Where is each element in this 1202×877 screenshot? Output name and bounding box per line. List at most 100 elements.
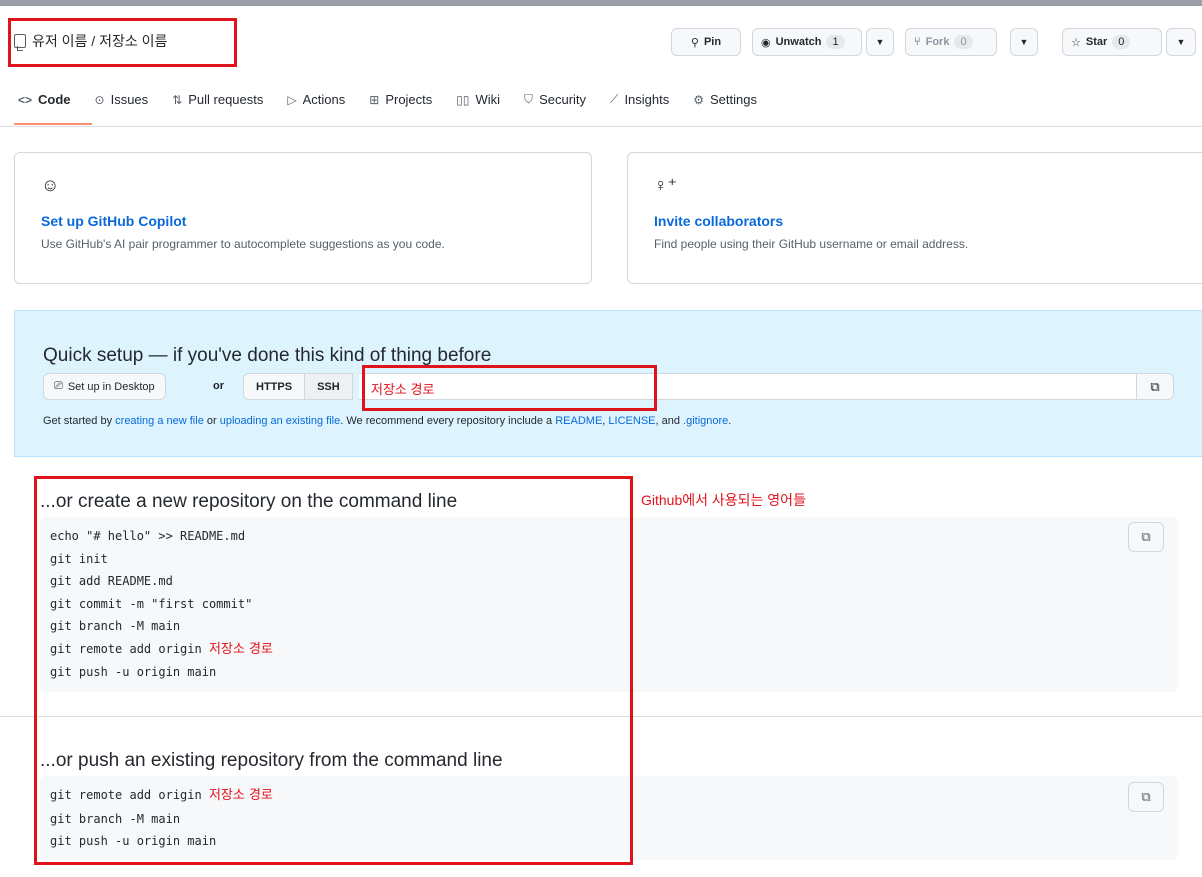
copy-icon: ⧉ [1141,529,1151,544]
issue-icon: ⊙ [94,92,105,107]
code-line: git branch -M main [50,619,181,633]
ssh-button[interactable]: SSH [304,374,352,399]
fork-count: 0 [954,35,973,49]
create-new-file-link[interactable]: creating a new file [115,415,204,427]
code-line: git remote add origin 저장소 경로 [50,638,1168,662]
tab-issues[interactable]: ⊙ Issues [95,92,149,107]
tab-settings[interactable]: ⚙ Settings [693,92,757,107]
code-remote-value: 저장소 경로 [208,641,273,657]
pin-label: Pin [703,36,722,48]
tab-security-label: Security [539,92,587,107]
tab-code[interactable]: <> Code [18,92,71,107]
repo-title[interactable]: 유저 이름 / 저장소 이름 [14,31,167,51]
pull-request-icon: ⇅ [172,92,183,107]
hint-text: Get started by [43,415,113,427]
tab-pull-requests[interactable]: ⇅ Pull requests [172,92,263,107]
tab-settings-label: Settings [710,92,757,107]
setup-desktop-label: Set up in Desktop [67,380,155,393]
or-label: or [213,380,224,392]
fork-icon: ⑂ [914,36,921,48]
table-icon: ⊞ [369,92,380,107]
code-line: git push -u origin main [50,665,217,679]
copy-create-commands-button[interactable]: ⧉ [1128,522,1164,552]
top-border [0,0,1202,6]
star-label: Star [1085,36,1108,48]
annotation-label: Github에서 사용되는 영어들 [641,492,806,508]
code-line: git push -u origin main [50,834,217,848]
clone-url-input[interactable]: 저장소 경로 [359,373,1137,400]
quick-setup-title: Quick setup — if you've done this kind o… [43,345,492,366]
https-button[interactable]: HTTPS [244,374,305,399]
create-repo-title: ...or create a new repository on the com… [40,491,458,512]
create-repo-code[interactable]: echo "# hello" >> README.md git init git… [40,517,1178,692]
code-remote-value: 저장소 경로 [208,788,273,803]
nav-divider [0,126,1202,127]
tab-projects[interactable]: ⊞ Projects [369,92,432,107]
hint-text: . [728,415,732,427]
pin-button[interactable]: ⚲ Pin [671,28,741,56]
copilot-description: Use GitHub's AI pair programmer to autoc… [41,237,445,251]
invite-collaborators-link[interactable]: Invite collaborators [654,213,783,229]
gear-icon: ⚙ [693,92,705,107]
copilot-link[interactable]: Set up GitHub Copilot [41,213,186,229]
copy-icon: ⧉ [1150,378,1160,394]
tab-insights[interactable]: ⟋ Insights [610,92,669,107]
unwatch-button[interactable]: ◉ Unwatch 1 [752,28,862,56]
active-tab-underline [14,123,92,125]
chevron-down-icon: ▼ [875,37,885,47]
copilot-icon: ☺ [41,175,60,195]
tab-code-label: Code [38,92,71,107]
copilot-card: ☺ Set up GitHub Copilot Use GitHub's AI … [14,152,592,284]
star-dropdown-button[interactable]: ▼ [1166,28,1196,56]
copy-icon: ⧉ [1141,789,1151,804]
play-icon: ▷ [287,92,297,107]
push-repo-title: ...or push an existing repository from t… [40,750,503,771]
hint-text: or [206,415,217,427]
code-line: git init [50,551,108,566]
tab-issues-label: Issues [110,92,149,107]
shield-icon: ⛉ [524,92,534,106]
person-add-icon: ♀⁺ [654,175,678,195]
fork-button[interactable]: ⑂ Fork 0 [905,28,997,56]
license-link[interactable]: LICENSE [608,415,655,427]
code-icon: <> [18,92,33,107]
code-remote-prefix: git remote add origin [50,641,202,656]
section-divider [0,716,1202,717]
tab-pull-requests-label: Pull requests [188,92,264,107]
hint-text: , and [655,415,680,427]
tab-insights-label: Insights [624,92,670,107]
star-icon: ☆ [1071,36,1081,49]
fork-dropdown-button[interactable]: ▼ [1010,28,1038,56]
tab-actions[interactable]: ▷ Actions [287,92,345,107]
copy-url-button[interactable]: ⧉ [1136,373,1174,400]
code-line: git remote add origin 저장소 경로 [50,784,1168,808]
chevron-down-icon: ▼ [1019,37,1029,47]
desktop-icon: ⎚ [54,380,63,392]
upload-existing-file-link[interactable]: uploading an existing file [220,415,340,427]
setup-desktop-button[interactable]: ⎚ Set up in Desktop [43,373,166,400]
eye-icon: ◉ [761,36,771,49]
tab-actions-label: Actions [302,92,346,107]
quick-setup-panel: Quick setup — if you've done this kind o… [14,310,1202,457]
readme-link[interactable]: README [555,415,602,427]
repo-icon [14,34,26,51]
fork-label: Fork [925,36,950,48]
star-button[interactable]: ☆ Star 0 [1062,28,1162,56]
repo-title-text[interactable]: 유저 이름 / 저장소 이름 [32,31,167,51]
pin-icon: ⚲ [690,36,699,49]
unwatch-dropdown-button[interactable]: ▼ [866,28,894,56]
tab-wiki[interactable]: ▯▯ Wiki [456,92,500,107]
unwatch-label: Unwatch [775,36,822,48]
code-line: git branch -M main [50,811,181,826]
quick-setup-hint: Get started by creating a new file or up… [43,415,732,427]
code-remote-prefix: git remote add origin [50,788,202,802]
tab-security[interactable]: ⛉ Security [524,92,586,107]
gitignore-link[interactable]: .gitignore [683,415,728,427]
unwatch-count: 1 [826,35,845,49]
push-repo-code[interactable]: git remote add origin 저장소 경로 git branch … [40,776,1178,860]
invite-description: Find people using their GitHub username … [654,237,969,251]
copy-push-commands-button[interactable]: ⧉ [1128,782,1164,812]
chevron-down-icon: ▼ [1176,37,1186,47]
tab-wiki-label: Wiki [475,92,501,107]
book-icon: ▯▯ [456,92,470,107]
